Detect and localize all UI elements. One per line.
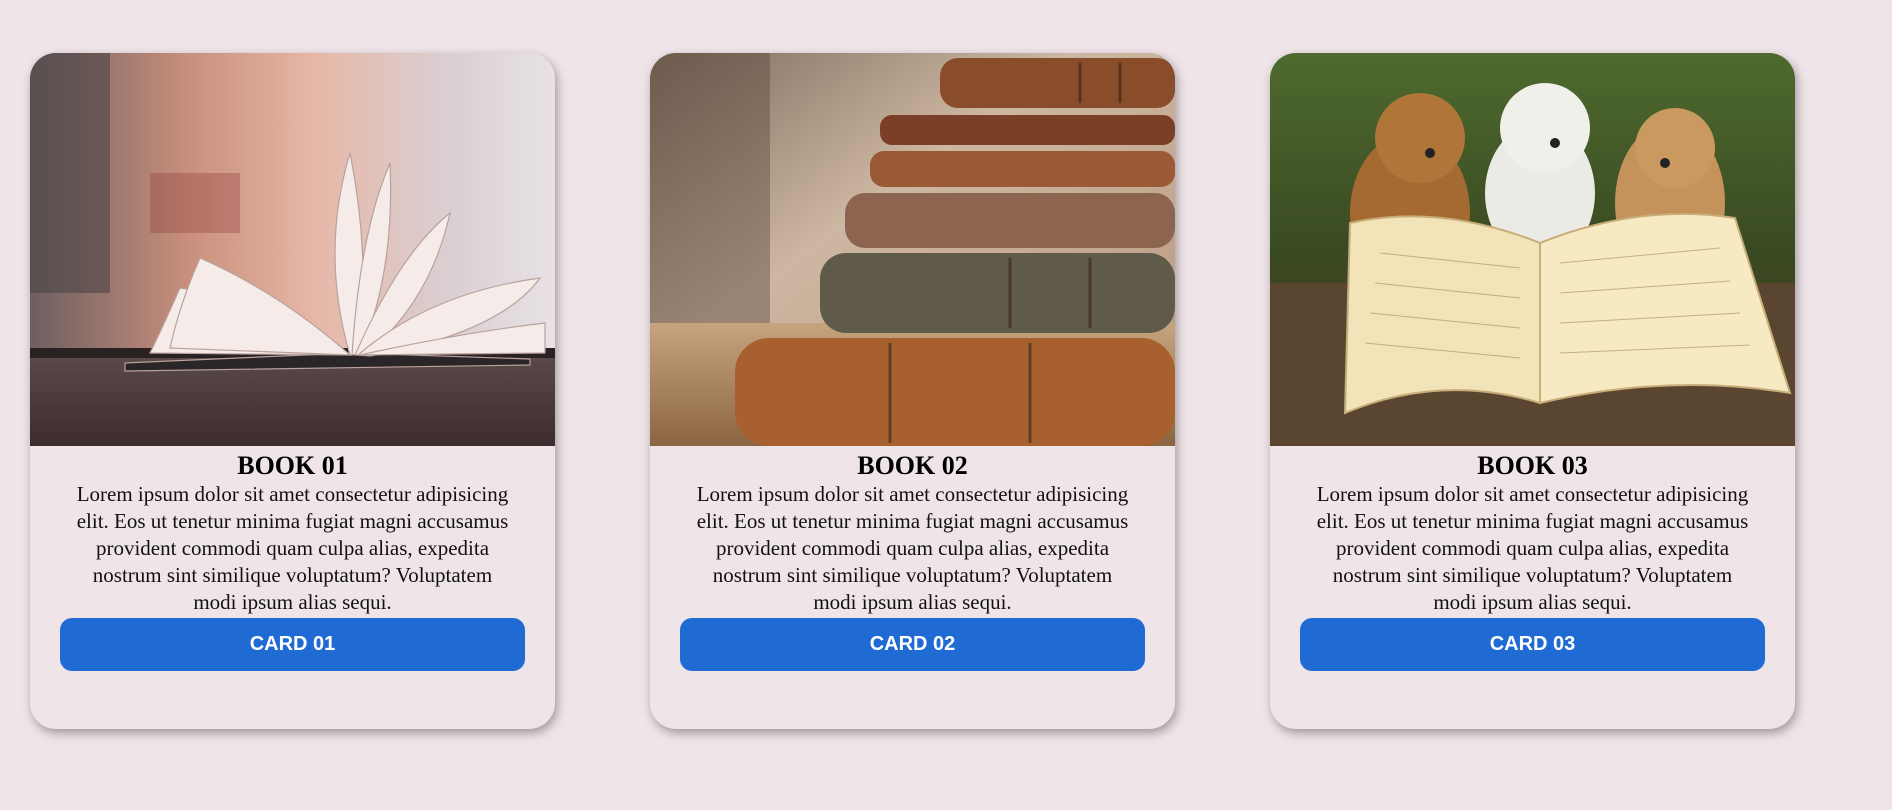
card-image-teddy-bears-reading (1270, 53, 1795, 446)
card-description: Lorem ipsum dolor sit amet consectetur a… (76, 482, 509, 614)
card-title: BOOK 03 (1477, 451, 1588, 480)
card-image-open-book (30, 53, 555, 446)
card-image-book-stack (650, 53, 1175, 446)
card-description: Lorem ipsum dolor sit amet consectetur a… (696, 482, 1129, 614)
card-book-01: BOOK 01 Lorem ipsum dolor sit amet conse… (30, 53, 555, 729)
card-03-button[interactable]: CARD 03 (1300, 618, 1765, 671)
card-book-03: BOOK 03 Lorem ipsum dolor sit amet conse… (1270, 53, 1795, 729)
card-book-02: BOOK 02 Lorem ipsum dolor sit amet conse… (650, 53, 1175, 729)
card-title: BOOK 01 (237, 451, 348, 480)
card-02-button[interactable]: CARD 02 (680, 618, 1145, 671)
card-title: BOOK 02 (857, 451, 968, 480)
card-description: Lorem ipsum dolor sit amet consectetur a… (1316, 482, 1749, 614)
card-01-button[interactable]: CARD 01 (60, 618, 525, 671)
card-list: BOOK 01 Lorem ipsum dolor sit amet conse… (30, 53, 1795, 729)
